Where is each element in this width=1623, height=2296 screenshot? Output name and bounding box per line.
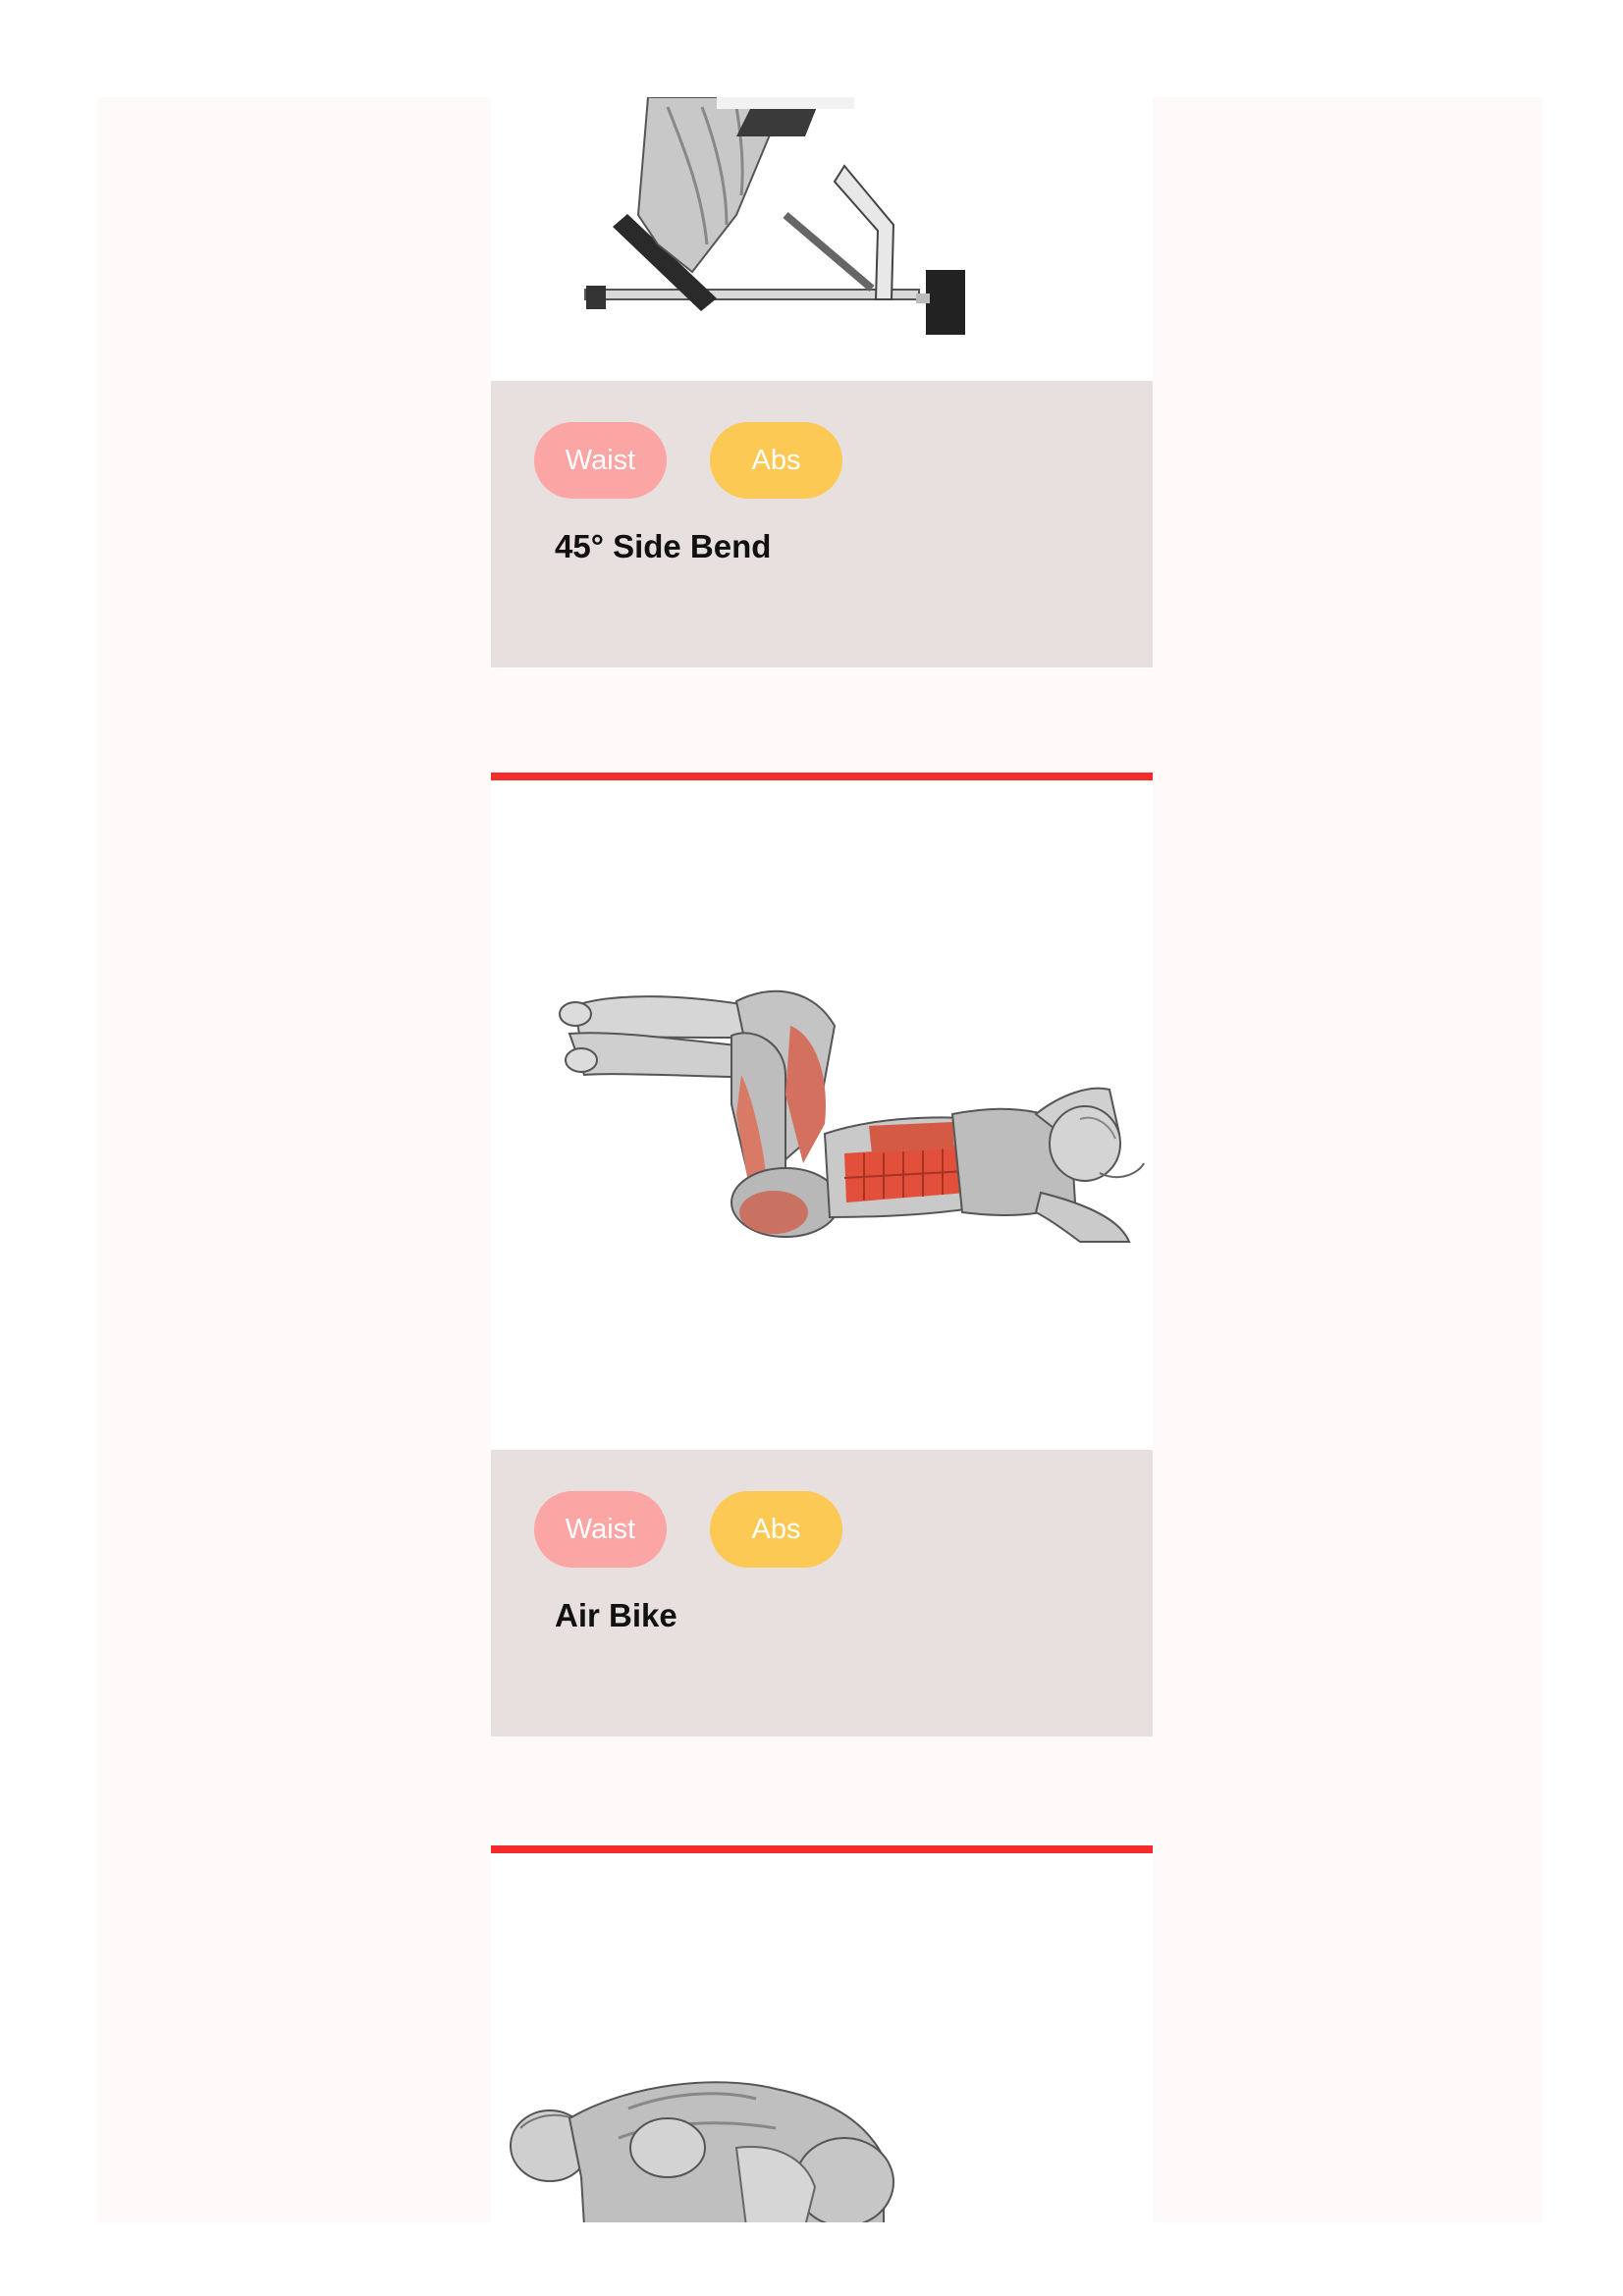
exercise-title[interactable]: Air Bike [555, 1597, 677, 1634]
hyperextension-bench-illustration-icon [584, 97, 965, 335]
exercise-image [491, 780, 1153, 1450]
exercise-column: Waist Abs 45° Side Bend Waist Abs Air Bi… [491, 97, 1153, 2222]
kneeling-figure-illustration-icon [510, 2081, 894, 2222]
air-bike-crunch-illustration-icon [559, 989, 1145, 1243]
tag-abs[interactable]: Abs [710, 422, 842, 499]
exercise-info-panel: Waist Abs 45° Side Bend [491, 381, 1153, 667]
exercise-title[interactable]: 45° Side Bend [555, 528, 771, 565]
exercise-image [491, 1853, 1153, 2222]
exercise-list[interactable]: Waist Abs 45° Side Bend Waist Abs Air Bi… [97, 97, 1542, 2222]
card-accent-bar [491, 773, 1153, 780]
tag-abs[interactable]: Abs [710, 1491, 842, 1568]
exercise-info-panel: Waist Abs Air Bike [491, 1450, 1153, 1736]
tag-waist[interactable]: Waist [534, 422, 667, 499]
exercise-card[interactable]: Waist Abs 45° Side Bend [491, 97, 1153, 668]
tag-waist[interactable]: Waist [534, 1491, 667, 1568]
exercise-card[interactable] [491, 1845, 1153, 2222]
card-accent-bar [491, 1845, 1153, 1853]
exercise-card[interactable]: Waist Abs Air Bike [491, 773, 1153, 1736]
exercise-image [491, 97, 1153, 381]
